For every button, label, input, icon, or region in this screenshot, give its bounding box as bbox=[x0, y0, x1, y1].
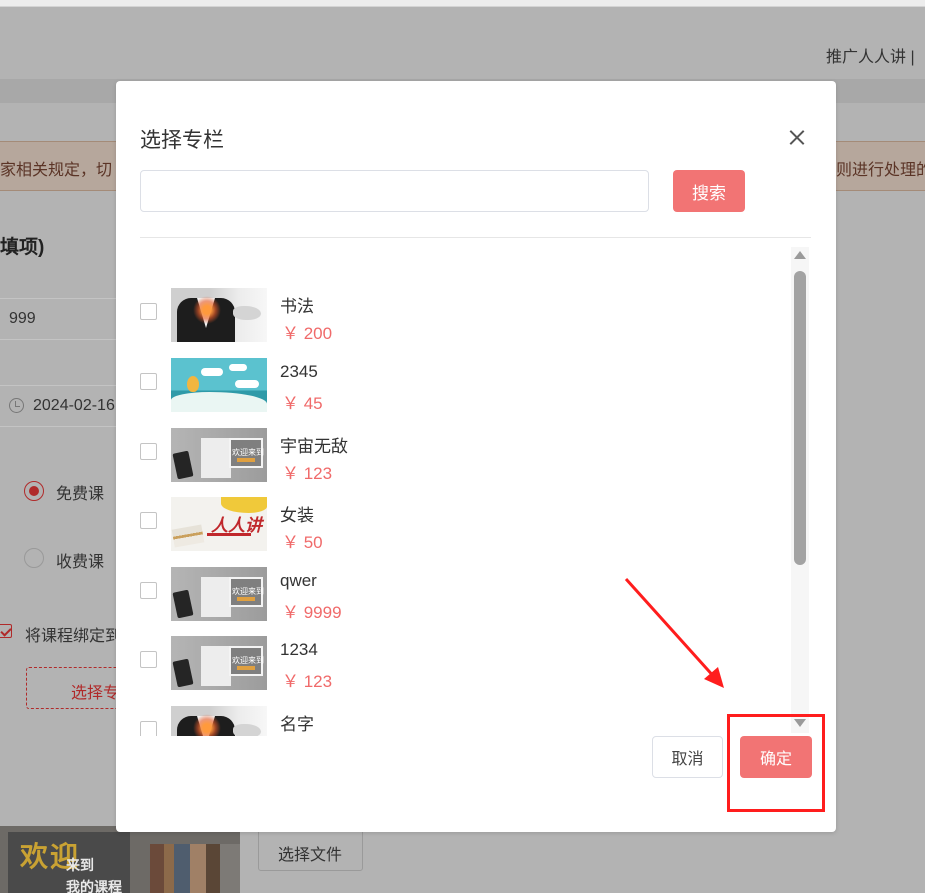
choose-file-button[interactable]: 选择文件 bbox=[258, 829, 363, 871]
clock-icon bbox=[9, 398, 24, 413]
desk-welcome-icon: 欢迎来到 bbox=[171, 567, 267, 621]
item-checkbox[interactable] bbox=[140, 512, 157, 529]
list-item: 人人讲 女装 ￥ 50 bbox=[140, 497, 700, 555]
item-price: ￥ 123 bbox=[282, 464, 333, 483]
item-price: ￥ 45 bbox=[282, 394, 323, 413]
cancel-button[interactable]: 取消 bbox=[652, 736, 723, 778]
price-value: 999 bbox=[9, 310, 36, 327]
item-checkbox[interactable] bbox=[140, 303, 157, 320]
cover-image: 欢迎 来到 我的课程 bbox=[0, 826, 240, 893]
cover-banner: 欢迎 来到 我的课程 bbox=[8, 832, 130, 893]
list-scrollbar[interactable] bbox=[791, 247, 809, 733]
desk-welcome-icon: 欢迎来到 bbox=[171, 636, 267, 690]
item-name: qwer bbox=[280, 571, 317, 590]
item-price: ￥ 123 bbox=[282, 672, 333, 691]
cover-small-text: 来到 我的课程 bbox=[66, 857, 122, 893]
bind-column-label: 将课程绑定到 bbox=[25, 628, 122, 645]
choose-file-label: 选择文件 bbox=[278, 847, 343, 864]
promo-link[interactable]: 推广人人讲 | bbox=[826, 43, 915, 67]
browser-top-strip bbox=[0, 0, 925, 7]
scroll-up-icon[interactable] bbox=[794, 251, 806, 259]
price-field[interactable]: 999 bbox=[0, 298, 126, 340]
item-name: 名字 bbox=[280, 715, 314, 734]
search-input[interactable] bbox=[140, 170, 649, 212]
annotation-arrow-icon bbox=[624, 577, 724, 688]
item-checkbox[interactable] bbox=[140, 373, 157, 390]
desk-welcome-icon: 欢迎来到 bbox=[171, 428, 267, 482]
item-checkbox[interactable] bbox=[140, 443, 157, 460]
thumb-welcome-text: 欢迎来到 bbox=[232, 656, 264, 665]
suit-icon bbox=[171, 706, 267, 736]
item-name: 1234 bbox=[280, 640, 318, 659]
search-button[interactable]: 搜索 bbox=[673, 170, 745, 212]
date-field[interactable]: 2024-02-16 bbox=[0, 385, 126, 427]
free-course-radio[interactable] bbox=[24, 481, 44, 501]
item-checkbox[interactable] bbox=[140, 721, 157, 736]
paid-course-label: 收费课 bbox=[56, 554, 105, 571]
paid-course-radio[interactable] bbox=[24, 548, 44, 568]
item-name: 2345 bbox=[280, 362, 318, 381]
item-checkbox[interactable] bbox=[140, 651, 157, 668]
bind-column-checkbox[interactable] bbox=[0, 624, 12, 638]
thumb-welcome-text: 欢迎来到 bbox=[232, 587, 264, 596]
scroll-thumb[interactable] bbox=[794, 271, 806, 565]
item-price: ￥ 9999 bbox=[282, 603, 342, 622]
list-item: 名字 bbox=[140, 706, 700, 736]
list-item: 2345 ￥ 45 bbox=[140, 358, 700, 416]
list-item: 欢迎来到 宇宙无敌 ￥ 123 bbox=[140, 428, 700, 486]
page-header: 推广人人讲 | bbox=[0, 7, 925, 79]
item-price: ￥ 50 bbox=[282, 533, 323, 552]
free-course-label: 免费课 bbox=[56, 486, 105, 503]
item-name: 书法 bbox=[280, 297, 314, 316]
item-checkbox[interactable] bbox=[140, 582, 157, 599]
choose-column-label: 选择专 bbox=[71, 685, 120, 702]
list-item: 书法 ￥ 200 bbox=[140, 288, 700, 346]
list-item: 欢迎来到 qwer ￥ 9999 bbox=[140, 567, 700, 625]
list-item: 欢迎来到 1234 ￥ 123 bbox=[140, 636, 700, 694]
dialog-title: 选择专栏 bbox=[140, 129, 224, 152]
thumb-welcome-text: 欢迎来到 bbox=[232, 448, 264, 457]
date-value: 2024-02-16 bbox=[33, 397, 115, 414]
sky-balloon-icon bbox=[171, 358, 267, 412]
item-name: 女装 bbox=[280, 506, 314, 525]
bookshelf-icon bbox=[150, 844, 240, 893]
section-title: 填项) bbox=[0, 237, 45, 258]
notice-text-right: 则进行处理的 bbox=[836, 162, 925, 179]
annotation-highlight-box bbox=[727, 714, 825, 812]
suit-icon bbox=[171, 288, 267, 342]
close-icon[interactable] bbox=[787, 127, 807, 147]
item-name: 宇宙无敌 bbox=[280, 437, 348, 456]
notice-text-left: 家相关规定，切 bbox=[0, 162, 113, 179]
renrenjiang-logo-icon: 人人讲 bbox=[171, 497, 267, 551]
item-price: ￥ 200 bbox=[282, 324, 333, 343]
